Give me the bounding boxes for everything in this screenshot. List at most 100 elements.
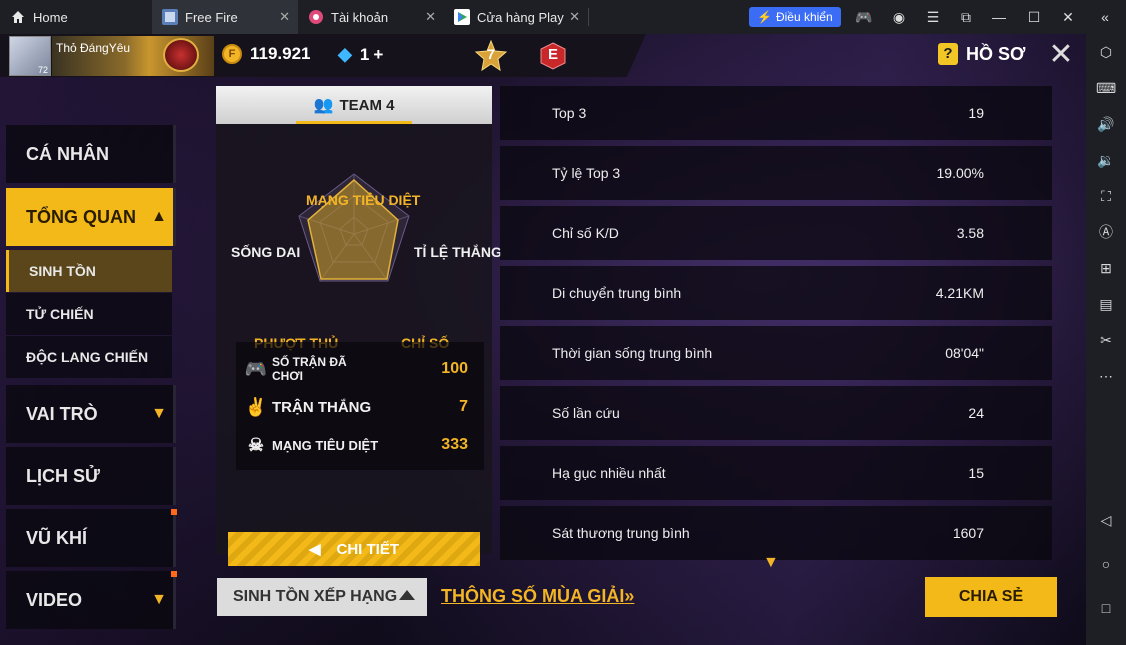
nav-label: VIDEO	[26, 589, 83, 610]
game-viewport: 72 Thỏ ĐángYêu F 119.921 ◆ 1 + 7 E ? HỒ …	[0, 34, 1086, 645]
subnav-label: ĐỘC LANG CHIẾN	[26, 349, 149, 365]
volume-up-icon[interactable]: 🔊	[1096, 114, 1116, 134]
add-icon: +	[373, 44, 384, 64]
stat-row-top3: Top 3 19	[500, 86, 1052, 140]
play-store-icon	[454, 9, 470, 25]
macro-icon[interactable]: Ⓐ	[1096, 222, 1116, 242]
caret-left-icon: ◀	[308, 541, 321, 558]
mode-select-dropdown[interactable]: SINH TỒN XẾP HẠNG	[217, 578, 427, 616]
recents-square-icon[interactable]: □	[1096, 598, 1116, 618]
tab-account[interactable]: Tài khoản ✕	[298, 0, 444, 34]
elite-letter: E	[548, 46, 559, 63]
subnav-label: TỬ CHIẾN	[26, 306, 94, 322]
stat-label: MẠNG TIÊU DIỆT	[272, 437, 379, 453]
scissors-icon[interactable]: ✂	[1096, 330, 1116, 350]
volume-down-icon[interactable]: 🔉	[1096, 150, 1116, 170]
subnav-tu-chien[interactable]: TỬ CHIẾN	[6, 293, 172, 335]
stat-row: ✌ TRẬN THẮNG 7	[244, 390, 476, 424]
coin-counter: F 119.921	[222, 44, 311, 64]
chevron-up-icon: ▲	[151, 208, 167, 225]
collapse-sidebar-icon[interactable]: «	[1096, 8, 1114, 26]
close-window-icon[interactable]: ✕	[1059, 8, 1077, 26]
gamepad-icon[interactable]: 🎮	[855, 8, 873, 26]
tab-label: Free Fire	[185, 9, 238, 25]
stat-label: SỐ TRẬN ĐÃ CHƠI	[272, 355, 347, 383]
window-restore-icon[interactable]: ⧉	[957, 8, 975, 26]
team-stat-box: 🎮 SỐ TRẬN ĐÃ CHƠI 100 ✌ TRẬN THẮNG 7 ☠ M…	[236, 342, 484, 470]
keyboard-icon[interactable]: ⌨	[1096, 78, 1116, 98]
coin-amount: 119.921	[250, 44, 311, 63]
diamond-icon: ◆	[338, 44, 352, 64]
caret-up-icon	[399, 590, 415, 600]
stat-value: 19.00%	[936, 165, 984, 181]
diamond-amount: 1	[359, 44, 370, 64]
minimize-icon[interactable]: —	[990, 8, 1008, 26]
profile-title-label: HỒ SƠ	[966, 43, 1026, 64]
season-stats-link[interactable]: THÔNG SỐ MÙA GIẢI»	[441, 586, 634, 607]
tab-play-store[interactable]: Cửa hàng Play ✕	[444, 0, 588, 34]
subnav-sinh-ton[interactable]: SINH TỒN	[6, 250, 172, 292]
nav-label: VŨ KHÍ	[26, 527, 88, 548]
close-icon[interactable]: ✕	[1046, 40, 1076, 71]
nav-ca-nhan[interactable]: CÁ NHÂN	[6, 125, 176, 183]
diamond-counter[interactable]: ◆ 1 +	[338, 44, 383, 65]
radar-label-left: SỐNG DAI	[231, 244, 301, 260]
tab-divider	[588, 8, 589, 26]
stat-value: 100	[441, 360, 468, 377]
settings-hex-icon[interactable]: ⬡	[1096, 42, 1116, 62]
controls-label: Điều khiển	[775, 10, 833, 24]
nav-tong-quan[interactable]: TỔNG QUAN ▲	[6, 188, 176, 246]
nav-lich-su[interactable]: LỊCH SỬ	[6, 447, 176, 505]
nav-vu-khi[interactable]: VŨ KHÍ	[6, 509, 177, 567]
menu-icon[interactable]: ☰	[924, 8, 942, 26]
stat-row-most-kills: Hạ gục nhiều nhất 15	[500, 446, 1052, 500]
nav-video[interactable]: VIDEO ▼	[6, 571, 177, 629]
stat-row-top3-rate: Tỷ lệ Top 3 19.00%	[500, 146, 1052, 200]
back-triangle-icon[interactable]: ◁	[1096, 510, 1116, 530]
header-underline	[296, 121, 412, 124]
details-button[interactable]: ◀ CHI TIẾT	[228, 532, 480, 566]
player-level: 72	[37, 65, 48, 75]
stat-row-avg-move: Di chuyển trung bình 4.21KM	[500, 266, 1052, 320]
subnav-doc-lang-chien[interactable]: ĐỘC LANG CHIẾN	[6, 336, 172, 378]
fullscreen-icon[interactable]: ⛶	[1096, 186, 1116, 206]
scroll-down-chevron-icon[interactable]: ▼	[763, 554, 779, 572]
rank-badge[interactable]: 7	[474, 40, 508, 72]
apk-install-icon[interactable]: ▤	[1096, 294, 1116, 314]
share-button[interactable]: CHIA SẺ	[925, 577, 1057, 617]
multi-instance-icon[interactable]: ⊞	[1096, 258, 1116, 278]
radar-label-right: TỈ LỆ THẮNG	[414, 244, 502, 260]
emulator-tab-bar: Home Free Fire ✕ Tài khoản ✕ Cửa hàng Pl…	[0, 0, 1126, 34]
elite-badge[interactable]: E	[540, 42, 566, 70]
profile-title: ? HỒ SƠ	[938, 43, 1025, 65]
close-icon[interactable]: ✕	[569, 10, 580, 24]
stat-key: Tỷ lệ Top 3	[552, 165, 621, 181]
close-icon[interactable]: ✕	[279, 10, 290, 24]
account-app-icon	[308, 9, 324, 25]
user-circle-icon[interactable]: ◉	[890, 8, 908, 26]
notification-dot	[171, 571, 177, 577]
rank-number: 7	[487, 46, 495, 62]
nav-vai-tro[interactable]: VAI TRÒ ▼	[6, 385, 176, 443]
maximize-icon[interactable]: ☐	[1025, 8, 1043, 26]
tab-home[interactable]: Home	[0, 0, 152, 34]
more-icon[interactable]: ⋯	[1096, 366, 1116, 386]
stat-key: Sát thương trung bình	[552, 525, 690, 541]
stat-key: Chỉ số K/D	[552, 225, 619, 241]
profile-header: 72 Thỏ ĐángYêu F 119.921 ◆ 1 + 7 E	[0, 34, 646, 77]
subnav-label: SINH TỒN	[29, 263, 96, 279]
stat-value: 15	[968, 465, 984, 481]
avatar[interactable]: 72	[9, 36, 51, 76]
radar-label-top: MẠNG TIÊU DIỆT	[306, 192, 421, 208]
help-question-icon[interactable]: ?	[938, 43, 958, 65]
close-icon[interactable]: ✕	[425, 10, 436, 24]
stat-value: 7	[459, 398, 468, 415]
controls-button[interactable]: ⚡ Điều khiển	[749, 7, 841, 27]
tab-free-fire[interactable]: Free Fire ✕	[152, 0, 298, 34]
home-circle-icon[interactable]: ○	[1096, 554, 1116, 574]
radar-chart	[298, 173, 410, 282]
stat-row-kd: Chỉ số K/D 3.58	[500, 206, 1052, 260]
tab-label: Home	[33, 9, 68, 25]
nav-label: CÁ NHÂN	[26, 143, 109, 164]
chevron-down-icon: ▼	[151, 591, 167, 608]
